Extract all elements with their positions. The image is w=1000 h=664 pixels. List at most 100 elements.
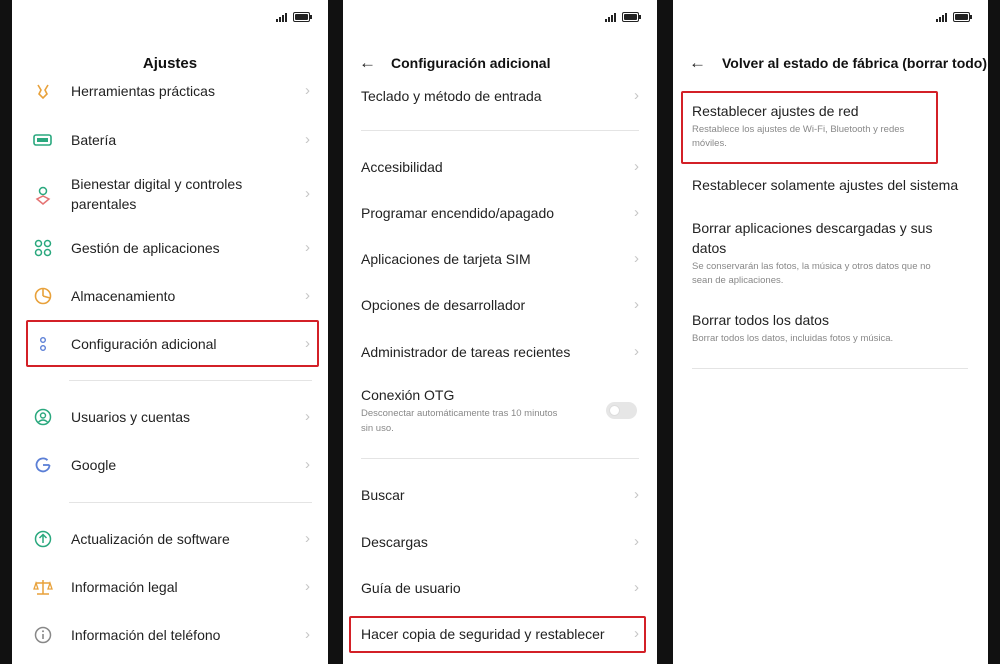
battery-status-icon [622,12,641,22]
highlight-box [26,320,319,367]
chevron-right-icon: › [305,578,310,595]
settings-item-label: Batería [71,132,117,148]
settings-item-label: Información del teléfono [71,627,221,643]
chevron-right-icon: › [305,456,310,473]
page-title: Configuración adicional [391,55,551,71]
list-item-recent-tasks[interactable]: Administrador de tareas recientes › [343,342,657,366]
settings-item-battery[interactable]: Batería › [12,128,328,152]
page-title: Ajustes [142,55,198,72]
back-arrow-icon[interactable]: ← [689,53,706,73]
settings-item-label: Usuarios y cuentas [71,409,191,425]
list-item-label: Opciones de desarrollador [361,297,526,313]
chevron-right-icon: › [634,296,639,313]
battery-status-icon [293,12,312,22]
list-item-description: Desconectar automáticamente tras 10 minu… [361,408,558,419]
chevron-right-icon: › [634,343,639,360]
settings-item-google[interactable]: Google › [12,453,328,477]
storage-icon [32,285,54,307]
status-bar [605,12,641,22]
highlight-box [349,616,646,653]
settings-item-label-line2: parentales [71,196,137,212]
battery-status-icon [953,12,972,22]
settings-item-label: Información legal [71,579,178,595]
divider [361,130,639,131]
battery-icon [32,129,54,151]
chevron-right-icon: › [305,287,310,304]
chevron-right-icon: › [305,408,310,425]
settings-item-label: Gestión de aplicaciones [71,240,220,256]
list-item-label: Teclado y método de entrada [361,88,542,104]
back-arrow-icon[interactable]: ← [359,53,376,73]
header: ← Volver al estado de fábrica (borrar to… [673,53,988,73]
list-item-label: Descargas [361,534,428,550]
divider [69,380,312,381]
list-item-scheduled-power[interactable]: Programar encendido/apagado › [343,203,657,227]
apps-icon [32,237,54,259]
list-item-search[interactable]: Buscar › [343,485,657,509]
list-item-label: Conexión OTG [361,387,455,403]
settings-item-software-update[interactable]: Actualización de software › [12,527,328,551]
list-item-label: Guía de usuario [361,580,461,596]
settings-item-app-management[interactable]: Gestión de aplicaciones › [12,236,328,260]
settings-item-legal-info[interactable]: Información legal › [12,575,328,599]
phone-info-icon [32,624,54,646]
highlight-box [681,91,938,164]
list-item-downloads[interactable]: Descargas › [343,532,657,556]
factory-reset-screen: ← Volver al estado de fábrica (borrar to… [673,0,988,664]
chevron-right-icon: › [634,579,639,596]
list-item-sim-apps[interactable]: Aplicaciones de tarjeta SIM › [343,249,657,273]
list-item-keyboard[interactable]: Teclado y método de entrada › [343,86,657,110]
list-item-label: Programar encendido/apagado [361,205,555,221]
option-erase-all-data[interactable]: Borrar todos los datos Borrar todos los … [673,310,988,350]
option-description-line2: sean de aplicaciones. [692,275,784,286]
list-item-user-guide[interactable]: Guía de usuario › [343,578,657,602]
option-label: Borrar aplicaciones descargadas y sus [692,220,933,236]
settings-item-storage[interactable]: Almacenamiento › [12,284,328,308]
list-item-accessibility[interactable]: Accesibilidad › [343,157,657,181]
settings-item-label: Herramientas prácticas [71,83,215,99]
legal-icon [32,576,54,598]
settings-item-phone-info[interactable]: Información del teléfono › [12,623,328,647]
list-item-label: Buscar [361,487,405,503]
settings-screen: Ajustes Herramientas prácticas › Batería… [12,0,328,664]
tools-icon [32,80,54,102]
chevron-right-icon: › [634,204,639,221]
list-item-description-line2: sin uso. [361,423,394,434]
option-label: Restablecer solamente ajustes del sistem… [692,177,959,193]
header: ← Configuración adicional [343,53,657,73]
settings-item-tools[interactable]: Herramientas prácticas › [12,80,328,104]
users-icon [32,406,54,428]
chevron-right-icon: › [305,185,310,202]
signal-icon [276,12,287,22]
settings-item-label: Almacenamiento [71,288,176,304]
list-item-label: Aplicaciones de tarjeta SIM [361,251,531,267]
settings-item-digital-wellbeing[interactable]: Bienestar digital y controles parentales… [12,174,328,218]
list-item-developer-options[interactable]: Opciones de desarrollador › [343,295,657,319]
status-bar [936,12,972,22]
chevron-right-icon: › [305,530,310,547]
wellbeing-icon [32,184,54,206]
additional-settings-screen: ← Configuración adicional Teclado y méto… [343,0,657,664]
chevron-right-icon: › [634,486,639,503]
option-label-line2: datos [692,240,727,256]
google-icon [32,454,54,476]
option-description: Borrar todos los datos, incluidas fotos … [692,333,894,344]
settings-item-label: Bienestar digital y controles [71,176,243,192]
chevron-right-icon: › [305,82,310,99]
signal-icon [605,12,616,22]
chevron-right-icon: › [305,131,310,148]
option-description: Se conservarán las fotos, la música y ot… [692,261,931,272]
settings-item-label: Google [71,457,117,473]
option-erase-downloaded-apps[interactable]: Borrar aplicaciones descargadas y sus da… [673,218,988,290]
chevron-right-icon: › [634,533,639,550]
chevron-right-icon: › [634,250,639,267]
chevron-right-icon: › [634,158,639,175]
divider [692,368,968,369]
otg-toggle[interactable] [606,402,637,419]
divider [69,502,312,503]
chevron-right-icon: › [305,239,310,256]
divider [361,458,639,459]
option-reset-system-settings[interactable]: Restablecer solamente ajustes del sistem… [673,175,988,199]
list-item-label: Accesibilidad [361,159,443,175]
settings-item-users-accounts[interactable]: Usuarios y cuentas › [12,405,328,429]
